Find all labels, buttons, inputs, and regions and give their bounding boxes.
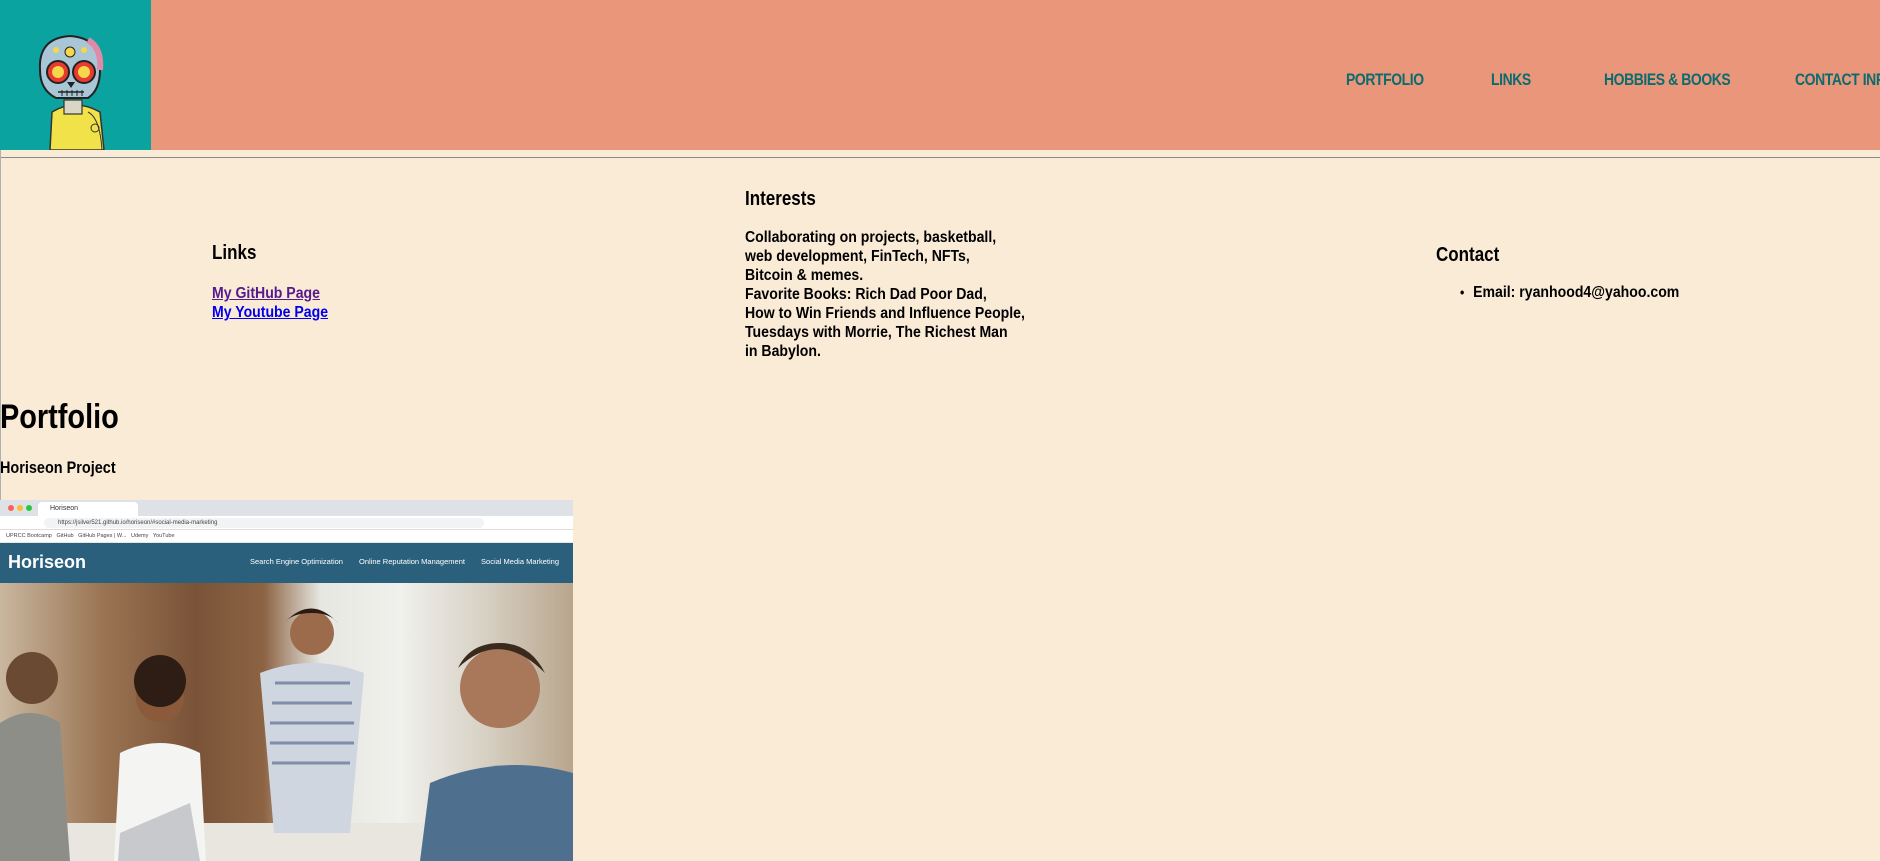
interests-heading: Interests bbox=[745, 188, 816, 210]
interests-line: Tuesdays with Morrie, The Richest Man bbox=[745, 324, 1008, 341]
interests-line: web development, FinTech, NFTs, bbox=[745, 248, 970, 265]
portfolio-heading: Portfolio bbox=[0, 398, 119, 436]
browser-url-field: https://jsilver521.github.io/horiseon/#s… bbox=[44, 518, 484, 528]
links-heading: Links bbox=[212, 242, 257, 264]
contact-heading: Contact bbox=[1436, 244, 1500, 266]
interests-line: Collaborating on projects, basketball, bbox=[745, 229, 997, 246]
skull-avatar-logo-icon bbox=[0, 0, 151, 150]
browser-bookmarks-bar: UPRCC Bootcamp GitHub GitHub Pages | W..… bbox=[0, 530, 573, 543]
github-link[interactable]: My GitHub Page bbox=[212, 284, 328, 303]
interests-line: Favorite Books: Rich Dad Poor Dad, bbox=[745, 286, 987, 303]
interests-line: in Babylon. bbox=[745, 343, 821, 360]
bookmark-item: YouTube bbox=[152, 533, 175, 539]
contact-email: Email: ryanhood4@yahoo.com bbox=[1460, 284, 1679, 302]
nav-link-links[interactable]: LINKS bbox=[1491, 70, 1531, 90]
bookmark-item: Udemy bbox=[130, 533, 149, 539]
youtube-link[interactable]: My Youtube Page bbox=[212, 303, 328, 322]
horiseon-nav-item: Online Reputation Management bbox=[359, 557, 465, 566]
project-title: Horiseon Project bbox=[0, 458, 116, 477]
horiseon-nav-item: Search Engine Optimization bbox=[249, 557, 343, 566]
header-divider bbox=[0, 157, 1880, 158]
horiseon-nav-item: Social Media Marketing bbox=[481, 557, 559, 566]
bookmark-item: UPRCC Bootcamp bbox=[6, 533, 52, 539]
minimize-dot-icon bbox=[17, 505, 23, 511]
interests-line: How to Win Friends and Influence People, bbox=[745, 305, 1025, 322]
nav-link-hobbies[interactable]: HOBBIES & BOOKS bbox=[1604, 70, 1731, 90]
horiseon-hero-photo bbox=[0, 583, 573, 861]
browser-tab-strip: Horiseon bbox=[0, 500, 573, 516]
maximize-dot-icon bbox=[26, 505, 32, 511]
interests-text: Collaborating on projects, basketball, w… bbox=[745, 228, 1035, 361]
interests-line: Bitcoin & memes. bbox=[745, 267, 864, 284]
bookmark-item: GitHub bbox=[56, 533, 74, 539]
contact-list: Email: ryanhood4@yahoo.com bbox=[1460, 284, 1679, 302]
close-dot-icon bbox=[8, 505, 14, 511]
browser-tab: Horiseon bbox=[38, 502, 138, 516]
horiseon-project-screenshot[interactable]: Horiseon https://jsilver521.github.io/ho… bbox=[0, 500, 573, 861]
links-list: My GitHub Page My Youtube Page bbox=[212, 284, 328, 322]
nav-link-contact[interactable]: CONTACT INFO bbox=[1795, 70, 1880, 90]
horiseon-nav: Search Engine Optimization Online Reputa… bbox=[236, 557, 559, 566]
site-header: PORTFOLIO LINKS HOBBIES & BOOKS CONTACT … bbox=[0, 0, 1880, 150]
browser-url-bar: https://jsilver521.github.io/horiseon/#s… bbox=[0, 516, 573, 530]
horiseon-brand: Horiseon bbox=[8, 552, 87, 572]
nav-link-portfolio[interactable]: PORTFOLIO bbox=[1346, 70, 1424, 90]
bookmark-item: GitHub Pages | W... bbox=[78, 533, 127, 539]
horiseon-header: Horiseon Search Engine Optimization Onli… bbox=[0, 543, 573, 583]
